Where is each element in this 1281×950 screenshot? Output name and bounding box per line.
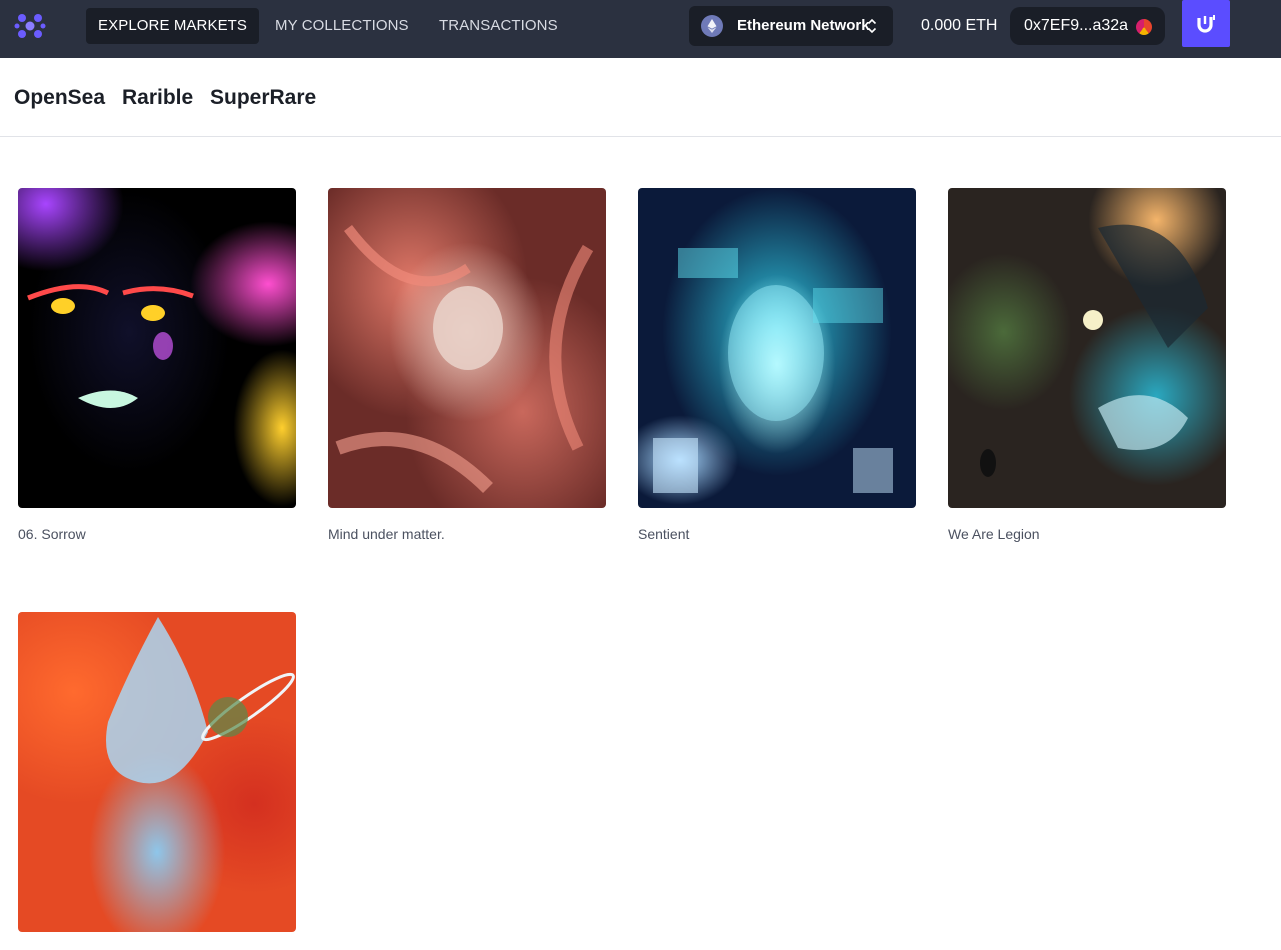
ethereum-icon <box>701 15 723 37</box>
nft-card[interactable] <box>18 612 296 950</box>
wallet-avatar-icon <box>1136 19 1152 35</box>
chevron-updown-icon <box>867 16 877 36</box>
nft-artwork-image[interactable] <box>18 188 296 508</box>
network-label: Ethereum Network <box>737 17 870 34</box>
nav-explore-markets[interactable]: EXPLORE MARKETS <box>86 8 260 44</box>
nft-artwork-image[interactable] <box>638 188 916 508</box>
network-selector[interactable]: Ethereum Network <box>689 6 893 46</box>
tab-opensea[interactable]: OpenSea <box>14 86 105 110</box>
eth-balance: 0.000 ETH <box>921 17 998 34</box>
nft-card[interactable]: Mind under matter. <box>328 188 606 542</box>
brand-u-icon <box>1197 15 1215 33</box>
tab-rarible[interactable]: Rarible <box>122 86 193 110</box>
nft-card[interactable]: Sentient <box>638 188 916 542</box>
nft-artwork-image[interactable] <box>328 188 606 508</box>
nft-title: We Are Legion <box>948 526 1040 542</box>
nft-artwork-image[interactable] <box>18 612 296 932</box>
wallet-address: 0x7EF9...a32a <box>1024 17 1129 34</box>
tab-superrare[interactable]: SuperRare <box>210 86 316 110</box>
app-logo-icon[interactable] <box>14 10 46 42</box>
nft-artwork-image[interactable] <box>948 188 1226 508</box>
nft-title: 06. Sorrow <box>18 526 86 542</box>
top-navbar: EXPLORE MARKETS MY COLLECTIONS TRANSACTI… <box>0 0 1281 58</box>
nft-card[interactable]: We Are Legion <box>948 188 1226 542</box>
nft-card[interactable]: 06. Sorrow <box>18 188 296 542</box>
wallet-address-button[interactable]: 0x7EF9...a32a <box>1010 7 1165 45</box>
nav-transactions[interactable]: TRANSACTIONS <box>427 8 570 44</box>
nav-my-collections[interactable]: MY COLLECTIONS <box>263 8 421 44</box>
brand-u-button[interactable] <box>1182 0 1230 47</box>
nft-title: Sentient <box>638 526 690 542</box>
nft-title: Mind under matter. <box>328 526 445 542</box>
market-tabs: OpenSea Rarible SuperRare <box>0 58 1281 137</box>
